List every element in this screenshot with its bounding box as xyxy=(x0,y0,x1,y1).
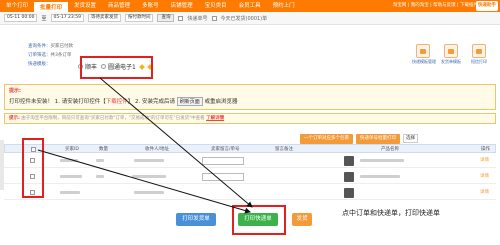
tab-batch-print[interactable]: 批量打印 xyxy=(34,0,69,12)
col-remark: 卖家留言/单号 xyxy=(211,146,240,152)
template-label: 快递模板： xyxy=(28,62,51,67)
row-checkbox[interactable] xyxy=(30,174,35,179)
tracking-field[interactable] xyxy=(202,173,244,181)
status-select[interactable]: 等待卖家发货 xyxy=(87,14,121,22)
sms-print-button[interactable]: 短信打印 xyxy=(468,44,490,65)
table-row[interactable]: 详情 xyxy=(4,138,496,198)
message-icon xyxy=(472,44,486,58)
highlight-print-button xyxy=(232,205,286,235)
template-manage-label: 快递模板管理 xyxy=(412,59,436,64)
table-row[interactable]: 详情 xyxy=(4,186,496,200)
col-note: 留言备注 xyxy=(275,146,293,152)
tip-text-c: 或重启浏览器 xyxy=(204,99,238,105)
date-separator: 至 xyxy=(41,15,47,22)
delivery-template-button[interactable]: 发货单模板 xyxy=(440,44,462,65)
product-thumbnail xyxy=(344,156,354,166)
shipped-option: 今天已发货(0001)单 xyxy=(220,15,268,22)
refresh-page-button[interactable]: 刷新页面 xyxy=(176,97,203,106)
sms-print-label: 短信打印 xyxy=(471,59,487,64)
row-detail-link[interactable]: 详情 xyxy=(480,189,489,195)
buyer-id xyxy=(60,175,82,178)
col-buyer: 买家ID xyxy=(65,146,79,152)
product-thumbnail xyxy=(344,172,354,182)
tab-products[interactable]: 商品管理 xyxy=(102,0,136,12)
row-detail-link[interactable]: 详情 xyxy=(480,157,489,163)
end-date-input[interactable]: 05-17 23:59 xyxy=(50,14,84,22)
table-row[interactable]: 详情 xyxy=(4,154,496,168)
tutorial-caption: 点中订单和快递单，打印快递单 xyxy=(342,209,440,217)
printer-icon xyxy=(416,44,430,58)
delivery-template-label: 发货单模板 xyxy=(441,59,461,64)
product-name xyxy=(360,159,404,162)
buyer-id xyxy=(60,159,78,162)
col-product: 产品名称 xyxy=(381,146,399,152)
address xyxy=(134,191,164,194)
shipped-checkbox[interactable] xyxy=(211,15,217,21)
address xyxy=(134,159,164,162)
highlight-express-box xyxy=(80,56,153,79)
tab-multi-package[interactable]: 一个订单对应多个包裹 xyxy=(300,134,353,144)
tab-shop[interactable]: 店铺管理 xyxy=(165,0,199,12)
platform-notice: 提示: 由于淘宝平台限制，目前只可查询"买家已付款"订单，"交易成功"的订单可在… xyxy=(4,113,496,124)
filter-value: 共3条订单 xyxy=(50,53,72,58)
download-plugin-link[interactable]: 下载控件 xyxy=(106,99,128,105)
tab-member-tools[interactable]: 会员工具 xyxy=(233,0,267,12)
start-date-input[interactable]: 05-11 00:00 xyxy=(4,14,38,22)
col-operation: 操作 xyxy=(481,146,490,152)
search-button[interactable]: 查询 xyxy=(157,14,175,22)
tab-category[interactable]: 宝贝类目 xyxy=(199,0,233,12)
tab-multi-account[interactable]: 多账号 xyxy=(136,0,165,12)
filter-bar: 05-11 00:00 至 05-17 23:59 等待卖家发货 按付款时间 查… xyxy=(0,12,500,25)
row-checkbox[interactable] xyxy=(30,190,35,195)
notice-link[interactable]: 了解详情 xyxy=(206,116,224,121)
order-info: 查询条件：买家已付款 订单筛选：共3条订单 快递模板： xyxy=(28,42,73,69)
tip-text-b: 】 2. 安装完成后请 xyxy=(127,99,176,105)
top-links[interactable]: 淘宝网 | 我的淘宝 | 帮助与反馈 | 下载插件 xyxy=(393,0,478,12)
product-thumbnail xyxy=(344,188,354,198)
tracking-checkbox[interactable] xyxy=(178,15,184,21)
template-manage-button[interactable]: 快递模板管理 xyxy=(412,44,436,65)
col-address: 收件人/地址 xyxy=(145,146,170,152)
row-detail-link[interactable]: 详情 xyxy=(480,173,489,179)
tracking-option: 快递单号 xyxy=(187,15,208,22)
order-table-header: 买家ID 数量 收件人/地址 卖家留言/单号 留言备注 产品名称 操作 xyxy=(4,144,496,153)
col-qty: 数量 xyxy=(99,146,108,152)
buyer-id xyxy=(60,191,80,194)
query-label: 查询条件： xyxy=(28,44,51,49)
plugin-warning: 提示: 打印控件未安装！ 1. 请安装打印控件【下载控件】 2. 安装完成后请 … xyxy=(4,84,496,110)
tab-single-print[interactable]: 单个打印 xyxy=(0,0,34,12)
tip-text-a: 打印控件未安装！ 1. 请安装打印控件【 xyxy=(9,99,106,105)
tab-ship-settings[interactable]: 发货设置 xyxy=(68,0,102,12)
product-name xyxy=(360,175,400,178)
address xyxy=(132,175,166,178)
choose-select[interactable]: 选择 xyxy=(403,134,418,143)
filter-label: 订单筛选： xyxy=(28,53,51,58)
sort-select[interactable]: 按付款时间 xyxy=(124,14,154,22)
tip-title: 提示: xyxy=(9,88,21,94)
tracking-field[interactable] xyxy=(202,157,244,165)
notice-text: 由于淘宝平台限制，目前只可查询"买家已付款"订单，"交易成功"的订单可在"已发货… xyxy=(21,116,205,121)
query-value: 买家已付款 xyxy=(50,44,74,49)
app-logo: 快递助手 xyxy=(476,1,498,11)
document-icon xyxy=(444,44,458,58)
tip-text: 打印控件未安装！ 1. 请安装打印控件【下载控件】 2. 安装完成后请 刷新页面… xyxy=(9,97,491,106)
quantity xyxy=(96,175,104,178)
batch-tabs: 一个订单对应多个包裹 快递单号批量打印 选择 xyxy=(300,134,418,144)
ship-button[interactable]: 发货 xyxy=(292,213,312,226)
tab-pickup[interactable]: 预约上门 xyxy=(267,0,301,12)
quantity xyxy=(96,159,104,162)
print-delivery-note-button[interactable]: 打印发货单 xyxy=(176,213,216,226)
notice-label: 提示: xyxy=(9,116,20,121)
tab-batch-tracking[interactable]: 快递单号批量打印 xyxy=(356,134,400,144)
